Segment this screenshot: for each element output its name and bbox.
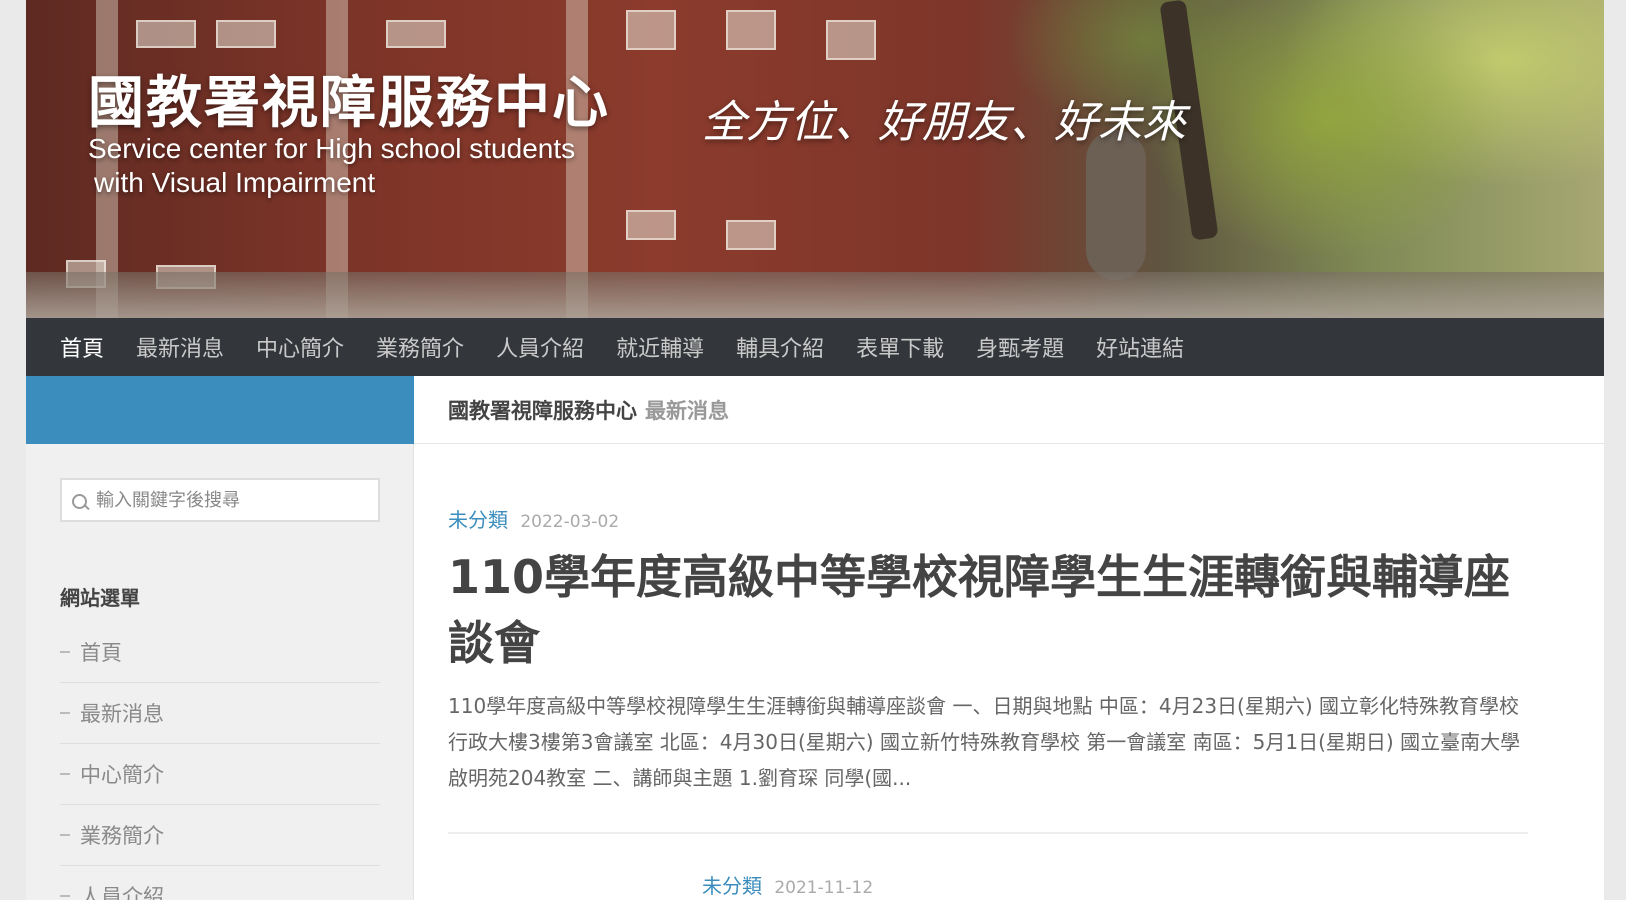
sidebar-item-services[interactable]: 業務簡介 [60,805,380,866]
building-window [826,20,876,60]
search-box[interactable] [60,478,380,522]
sidebar-item-label: 人員介紹 [80,885,164,900]
nav-item-home[interactable]: 首頁 [60,331,104,363]
nav-item-news[interactable]: 最新消息 [136,331,224,363]
building-window [136,20,196,48]
post-meta: 未分類 2021-11-12 [702,870,873,899]
dash-icon [60,651,70,653]
dash-icon [60,895,70,897]
search-input[interactable] [96,489,366,511]
building-window [626,210,676,240]
sidebar-item-home[interactable]: 首頁 [60,622,380,683]
nav-item-staff[interactable]: 人員介紹 [496,331,584,363]
post-category-link[interactable]: 未分類 [702,874,762,898]
ground [26,272,1604,318]
nav-item-nearby-counseling[interactable]: 就近輔導 [616,331,704,363]
site-subtitle: Service center for High school students … [88,132,608,200]
page: 國教署視障服務中心 Service center for High school… [26,0,1604,900]
building-window [726,10,776,50]
sidebar-item-label: 最新消息 [80,702,164,726]
post-divider [448,832,1528,834]
post-date: 2021-11-12 [774,878,874,898]
nav-item-assistive-devices[interactable]: 輔具介紹 [736,331,824,363]
post-meta: 未分類 2022-03-02 [448,504,619,533]
main-content: 國教署視障服務中心 最新消息 未分類 2022-03-02 110學年度高級中等… [414,376,1604,900]
nav-item-about[interactable]: 中心簡介 [256,331,344,363]
dash-icon [60,834,70,836]
nav-item-links[interactable]: 好站連結 [1096,331,1184,363]
sidebar-item-label: 首頁 [80,641,122,665]
site-title[interactable]: 國教署視障服務中心 [88,58,610,139]
header-banner[interactable]: 國教署視障服務中心 Service center for High school… [26,0,1604,318]
sculpture [1086,130,1146,280]
post-title[interactable]: 110學年度高級中等學校視障學生生涯轉銜與輔導座談會 [448,544,1548,676]
building-window [216,20,276,48]
sidebar-menu: 首頁 最新消息 中心簡介 業務簡介 人員介紹 [60,622,380,900]
search-icon [70,492,92,514]
nav-item-forms[interactable]: 表單下載 [856,331,944,363]
breadcrumb-page: 最新消息 [645,398,729,423]
post-excerpt: 110學年度高級中等學校視障學生生涯轉銜與輔導座談會 一、日期與地點 中區：4月… [448,694,1521,790]
sidebar-accent-bar [26,376,414,444]
post-date: 2022-03-02 [520,512,620,532]
sidebar-item-staff[interactable]: 人員介紹 [60,866,380,900]
subtitle-line-1: Service center for High school students [88,133,576,164]
dash-icon [60,712,70,714]
building-window [386,20,446,48]
building-window [726,220,776,250]
widget-title: 網站選單 [60,586,140,610]
sidebar-item-news[interactable]: 最新消息 [60,683,380,744]
tagline: 全方位、好朋友、好未來 [702,97,1186,148]
nav-item-exam-questions[interactable]: 身甄考題 [976,331,1064,363]
breadcrumb: 國教署視障服務中心 最新消息 [414,376,1604,444]
post-category-link[interactable]: 未分類 [448,508,508,532]
main-navbar: 首頁 最新消息 中心簡介 業務簡介 人員介紹 就近輔導 輔具介紹 表單下載 身甄… [26,318,1604,376]
breadcrumb-site: 國教署視障服務中心 [448,398,637,423]
sidebar-item-label: 業務簡介 [80,824,164,848]
nav-item-services[interactable]: 業務簡介 [376,331,464,363]
subtitle-line-2: with Visual Impairment [94,167,376,198]
sidebar: 網站選單 首頁 最新消息 中心簡介 業務簡介 人員介紹 [26,376,414,900]
sidebar-item-label: 中心簡介 [80,763,164,787]
sidebar-item-about[interactable]: 中心簡介 [60,744,380,805]
dash-icon [60,773,70,775]
building-window [626,10,676,50]
